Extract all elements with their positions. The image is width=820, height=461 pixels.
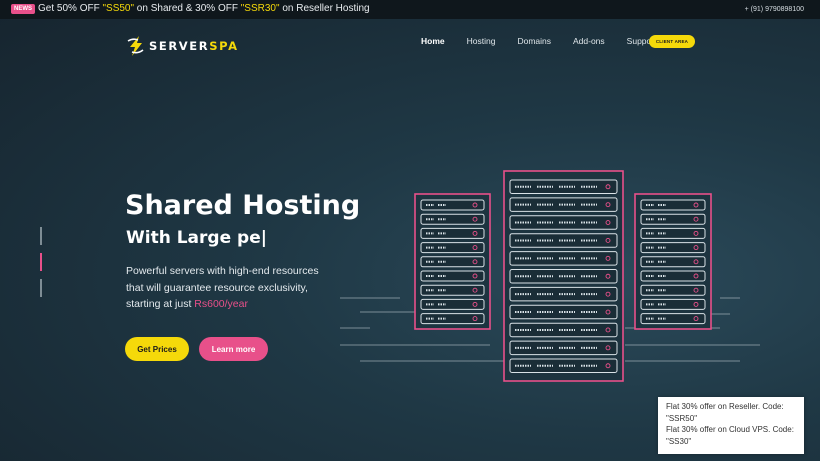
get-prices-button[interactable]: Get Prices [125, 337, 189, 361]
toast-line: Flat 30% offer on Reseller. Code: [666, 402, 784, 411]
top-bar: NEWS Get 50% OFF "SS50" on Shared & 30% … [0, 0, 820, 19]
toast-line: "SS30" [666, 436, 692, 446]
phone-number[interactable]: + (91) 9790898100 [745, 6, 804, 13]
toast-line: "SSR50" [666, 413, 698, 423]
server-rack-right [634, 193, 712, 330]
learn-more-button[interactable]: Learn more [199, 337, 268, 361]
nav-hosting[interactable]: Hosting [467, 36, 496, 46]
server-rack-center [503, 170, 624, 382]
nav-home[interactable]: Home [421, 36, 445, 46]
nav-domains[interactable]: Domains [517, 36, 551, 46]
slider-dot-1[interactable] [40, 227, 42, 245]
promo-code-ss50: "SS50" [102, 3, 135, 14]
hero-title: Shared Hosting [125, 190, 361, 221]
promo-code-ssr30: "SSR30" [240, 3, 280, 14]
server-rack-left [414, 193, 491, 330]
toast-line: Flat 30% offer on Cloud VPS. Code: [666, 425, 794, 434]
hero-subtitle: With Large pe| [126, 228, 267, 248]
nav-addons[interactable]: Add-ons [573, 36, 605, 46]
logo-text: SERVERSPA [149, 39, 239, 53]
offer-toast[interactable]: Flat 30% offer on Reseller. Code: "SSR50… [658, 397, 804, 454]
promo-text: Get 50% OFF "SS50" on Shared & 30% OFF "… [38, 3, 370, 14]
slider-dot-2[interactable] [40, 253, 42, 271]
main-nav: Home Hosting Domains Add-ons Support [421, 36, 678, 46]
server-rack-illustration [340, 170, 760, 382]
hero-description: Powerful servers with high-end resources… [126, 265, 319, 310]
hero-price: Rs600/year [194, 298, 248, 310]
client-area-button[interactable]: CLIENT AREA [649, 35, 695, 48]
slider-dot-3[interactable] [40, 279, 42, 297]
logo-icon [127, 36, 144, 56]
slider-indicators [40, 227, 42, 305]
serverspa-logo[interactable]: SERVERSPA [126, 35, 239, 57]
news-badge: NEWS [11, 4, 35, 14]
